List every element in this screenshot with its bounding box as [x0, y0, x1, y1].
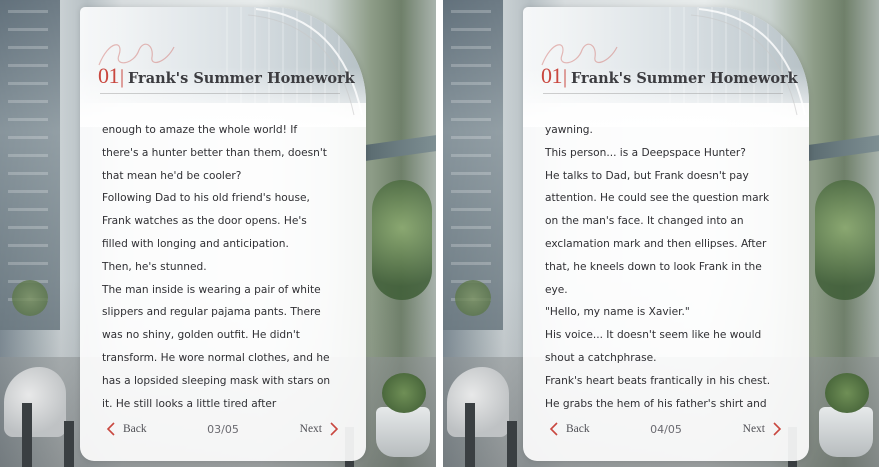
- story-line: He grabs the hem of his father's shirt a…: [545, 397, 767, 410]
- background-tree: [12, 280, 48, 316]
- background-post: [64, 421, 74, 467]
- story-line: that mean he'd be cooler?: [102, 169, 242, 182]
- story-line: on the man's face. It changed into an: [545, 215, 744, 228]
- chapter-title: Frank's Summer Homework: [571, 70, 798, 87]
- background-plants: [815, 180, 875, 300]
- chevron-right-icon: [773, 422, 782, 436]
- story-line: slippers and regular pajama pants. There: [102, 306, 321, 319]
- next-label: Next: [299, 423, 322, 435]
- story-line: "Hello, my name is Xavier.": [545, 306, 690, 319]
- chapter-heading: 01 | Frank's Summer Homework: [98, 63, 355, 89]
- background-planter: [376, 373, 430, 457]
- next-button[interactable]: Next: [743, 421, 783, 437]
- story-screen-left: 01 | Frank's Summer Homework enough to a…: [0, 0, 436, 467]
- background-post: [465, 403, 475, 467]
- story-line: shout a catchphrase.: [545, 351, 657, 364]
- story-line: transform. He wore normal clothes, and h…: [102, 351, 330, 364]
- background-plants: [372, 180, 432, 300]
- next-label: Next: [742, 423, 765, 435]
- story-line: has a lopsided sleeping mask with stars …: [102, 374, 331, 387]
- background-post: [22, 403, 32, 467]
- background-planter: [819, 373, 873, 457]
- story-line: Frank watches as the door opens. He's: [102, 215, 307, 228]
- story-line: The man inside is wearing a pair of whit…: [102, 283, 321, 296]
- next-button[interactable]: Next: [300, 421, 340, 437]
- story-screen-right: 01 | Frank's Summer Homework yawning. Th…: [443, 0, 879, 467]
- arc-decoration: [247, 8, 363, 116]
- story-line: Then, he's stunned.: [102, 260, 207, 273]
- story-line: His voice... It doesn't seem like he wou…: [545, 329, 762, 342]
- story-line: enough to amaze the whole world! If: [102, 124, 298, 136]
- story-line: He talks to Dad, but Frank doesn't pay: [545, 169, 749, 182]
- arc-decoration: [690, 8, 806, 116]
- story-line: eye.: [545, 283, 568, 296]
- chapter-heading: 01 | Frank's Summer Homework: [541, 63, 798, 89]
- chevron-right-icon: [330, 422, 339, 436]
- story-text: enough to amaze the whole world! If ther…: [102, 119, 362, 415]
- story-line: it. He still looks a little tired after: [102, 397, 277, 410]
- story-line: Following Dad to his old friend's house,: [102, 192, 310, 205]
- story-card: 01 | Frank's Summer Homework yawning. Th…: [523, 7, 809, 461]
- background-car: [447, 367, 509, 437]
- background-tree: [455, 280, 491, 316]
- background-post: [507, 421, 517, 467]
- page-navigation: Back 03/05 Next: [80, 421, 366, 441]
- story-line: that, he kneels down to look Frank in th…: [545, 260, 762, 273]
- story-line: was no shiny, golden outfit. He didn't: [102, 329, 300, 342]
- story-line: exclamation mark and then ellipses. Afte…: [545, 237, 767, 250]
- story-line: attention. He could see the question mar…: [545, 192, 770, 205]
- chapter-title: Frank's Summer Homework: [128, 70, 355, 87]
- story-line: there's a hunter better than them, doesn…: [102, 146, 327, 159]
- story-line: This person... is a Deepspace Hunter?: [545, 146, 746, 159]
- chapter-number: 01: [98, 63, 120, 88]
- title-divider: [543, 93, 783, 94]
- title-separator: |: [120, 66, 125, 88]
- story-line: filled with longing and anticipation.: [102, 237, 289, 250]
- title-divider: [100, 93, 340, 94]
- background-car: [4, 367, 66, 437]
- story-line: Frank's heart beats frantically in his c…: [545, 374, 771, 387]
- chapter-number: 01: [541, 63, 563, 88]
- story-card: 01 | Frank's Summer Homework enough to a…: [80, 7, 366, 461]
- page-navigation: Back 04/05 Next: [523, 421, 809, 441]
- title-separator: |: [563, 66, 568, 88]
- story-text: yawning. This person... is a Deepspace H…: [545, 119, 805, 415]
- story-line: yawning.: [545, 124, 593, 136]
